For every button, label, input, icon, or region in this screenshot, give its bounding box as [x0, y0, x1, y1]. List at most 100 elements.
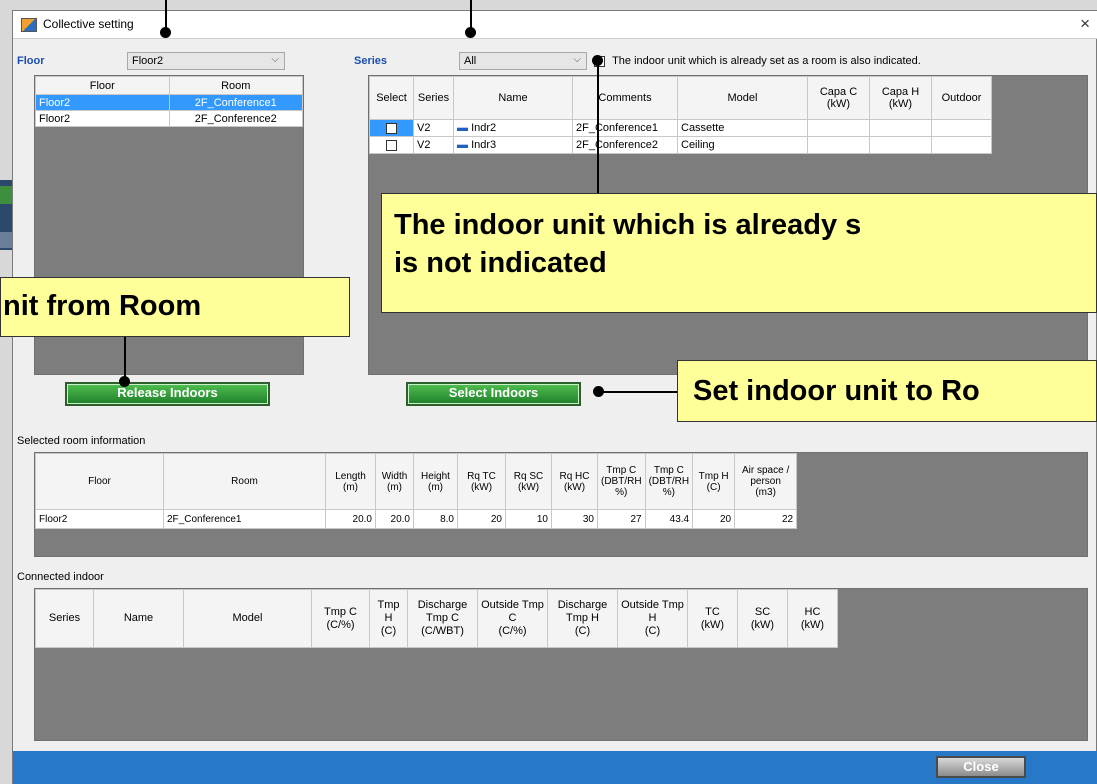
floor-label: Floor: [17, 55, 45, 67]
select-cell[interactable]: [369, 136, 414, 154]
release-indoors-button[interactable]: Release Indoors: [65, 382, 270, 406]
column-header[interactable]: Outside Tmp H (C): [617, 589, 688, 648]
selected-room-table: Floor Room Length (m) Width (m) Height (m) Rq…: [35, 453, 798, 529]
room-info-cell[interactable]: 2F_Conference1: [163, 509, 326, 529]
room-info-cell[interactable]: 8.0: [413, 509, 458, 529]
room-info-cell[interactable]: 20: [457, 509, 506, 529]
checkbox-label: The indoor unit which is already set as …: [612, 55, 921, 67]
column-header[interactable]: Length (m): [325, 453, 376, 510]
table-row[interactable]: Floor2 2F_Conference2: [35, 110, 303, 127]
room-info-cell[interactable]: 22: [734, 509, 798, 529]
table-row[interactable]: Floor2 2F_Conference1 20.0 20.0 8.0 20 10 30 27 4…: [35, 509, 798, 529]
room-info-cell[interactable]: 27: [597, 509, 646, 529]
name-cell[interactable]: ▬ Indr2: [453, 119, 573, 137]
column-header[interactable]: Name: [453, 76, 573, 120]
annotation-dot: [160, 27, 171, 38]
name-cell[interactable]: ▬ Indr3: [453, 136, 573, 154]
series-cell[interactable]: V2: [413, 119, 454, 137]
column-header[interactable]: Room: [168, 76, 303, 95]
column-header[interactable]: Discharge Tmp C (C/WBT): [407, 589, 478, 648]
select-indoors-button[interactable]: Select Indoors: [406, 382, 581, 406]
connected-indoor-header-row: Series Name Model Tmp C (C/%) Tmp H (C) Disch…: [35, 589, 838, 648]
annotation-dot: [119, 376, 130, 387]
model-cell[interactable]: Cassette: [677, 119, 808, 137]
annotation-line: [165, 0, 167, 28]
capa-c-cell[interactable]: [807, 136, 870, 154]
column-header[interactable]: Discharge Tmp H (C): [547, 589, 618, 648]
column-header[interactable]: Series: [413, 76, 454, 120]
column-header[interactable]: Model: [677, 76, 808, 120]
selected-room-header-row: Floor Room Length (m) Width (m) Height (m) Rq…: [35, 453, 798, 510]
column-header[interactable]: TC (kW): [687, 589, 738, 648]
room-info-cell[interactable]: 20.0: [325, 509, 376, 529]
outdoor-cell[interactable]: [931, 119, 992, 137]
room-info-cell[interactable]: 30: [551, 509, 598, 529]
column-header[interactable]: Model: [183, 589, 312, 648]
column-header[interactable]: Height (m): [413, 453, 458, 510]
column-header[interactable]: Select: [369, 76, 414, 120]
column-header[interactable]: HC (kW): [787, 589, 838, 648]
column-header[interactable]: Rq SC (kW): [505, 453, 552, 510]
column-header[interactable]: Series: [35, 589, 94, 648]
column-header[interactable]: Capa H (kW): [869, 76, 932, 120]
room-info-cell[interactable]: Floor2: [35, 509, 164, 529]
name-text: Indr3: [471, 139, 497, 151]
column-header[interactable]: Tmp C (C/%): [311, 589, 370, 648]
floor-combo[interactable]: Floor2 ⌵: [127, 52, 285, 70]
floor-cell[interactable]: Floor2: [35, 94, 170, 111]
capa-c-cell[interactable]: [807, 119, 870, 137]
close-button[interactable]: Close: [936, 756, 1026, 778]
column-header[interactable]: Tmp C (DBT/RH %): [644, 453, 694, 510]
room-info-cell[interactable]: 20: [692, 509, 736, 529]
select-cell[interactable]: [369, 119, 414, 137]
floor-cell[interactable]: Floor2: [35, 110, 170, 127]
room-info-cell[interactable]: 43.4: [644, 509, 694, 529]
column-header[interactable]: Tmp C (DBT/RH %): [597, 453, 646, 510]
comments-cell[interactable]: 2F_Conference2: [572, 136, 678, 154]
column-header[interactable]: Comments: [572, 76, 678, 120]
window-close-button[interactable]: ×: [1080, 14, 1090, 34]
name-text: Indr2: [471, 122, 497, 134]
select-checkbox[interactable]: [386, 122, 397, 134]
room-info-cell[interactable]: 20.0: [375, 509, 414, 529]
indoor-unit-icon: ▬: [457, 139, 468, 151]
column-header[interactable]: Tmp H (C): [369, 589, 408, 648]
connected-indoor-table: Series Name Model Tmp C (C/%) Tmp H (C) Disch…: [35, 589, 838, 648]
table-row[interactable]: V2 ▬ Indr2 2F_Conference1 Cassette: [369, 119, 992, 137]
indoor-unit-icon: ▬: [457, 122, 468, 134]
annotation-dot: [592, 55, 603, 66]
series-combo[interactable]: All ⌵: [459, 52, 587, 70]
table-row[interactable]: Floor2 2F_Conference1: [35, 94, 303, 111]
capa-h-cell[interactable]: [869, 136, 932, 154]
column-header[interactable]: Rq HC (kW): [551, 453, 598, 510]
window-title: Collective setting: [43, 17, 134, 31]
title-bar: Collective setting ×: [13, 11, 1097, 39]
connected-indoor-panel: Series Name Model Tmp C (C/%) Tmp H (C) Disch…: [34, 588, 1088, 741]
connected-indoor-label: Connected indoor: [17, 571, 104, 583]
table-row[interactable]: V2 ▬ Indr3 2F_Conference2 Ceiling: [369, 136, 992, 154]
room-cell[interactable]: 2F_Conference2: [168, 110, 303, 127]
column-header[interactable]: Width (m): [375, 453, 414, 510]
column-header[interactable]: Air space / person (m3): [734, 453, 798, 510]
capa-h-cell[interactable]: [869, 119, 932, 137]
series-label: Series: [354, 55, 388, 67]
column-header[interactable]: Outside Tmp C (C/%): [477, 589, 548, 648]
column-header[interactable]: Capa C (kW): [807, 76, 870, 120]
annotation-dot: [593, 386, 604, 397]
room-cell[interactable]: 2F_Conference1: [168, 94, 303, 111]
column-header[interactable]: Rq TC (kW): [457, 453, 506, 510]
comments-cell[interactable]: 2F_Conference1: [572, 119, 678, 137]
outdoor-cell[interactable]: [931, 136, 992, 154]
select-checkbox[interactable]: [386, 139, 397, 151]
column-header[interactable]: Floor: [35, 453, 164, 510]
indicate-set-units-checkbox[interactable]: The indoor unit which is already set as …: [594, 55, 921, 67]
column-header[interactable]: Floor: [35, 76, 170, 95]
column-header[interactable]: Name: [93, 589, 184, 648]
column-header[interactable]: Room: [163, 453, 326, 510]
room-info-cell[interactable]: 10: [505, 509, 552, 529]
column-header[interactable]: Tmp H (C): [692, 453, 736, 510]
column-header[interactable]: SC (kW): [737, 589, 788, 648]
model-cell[interactable]: Ceiling: [677, 136, 808, 154]
series-cell[interactable]: V2: [413, 136, 454, 154]
column-header[interactable]: Outdoor: [931, 76, 992, 120]
